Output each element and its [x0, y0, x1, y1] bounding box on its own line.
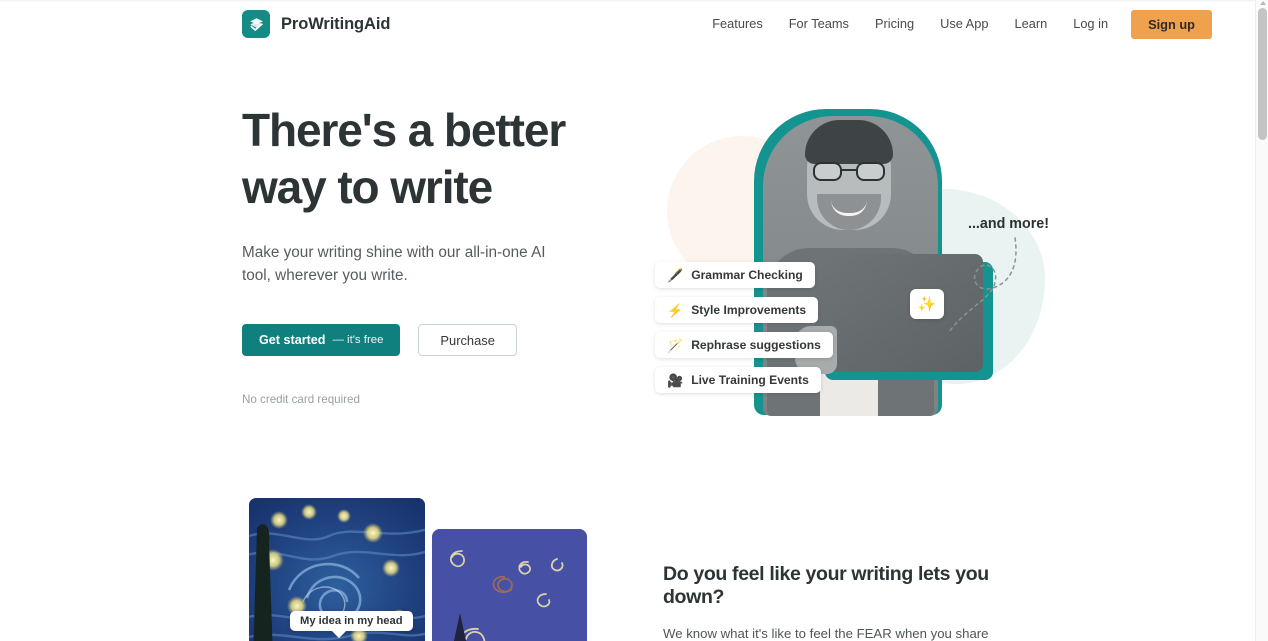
scrollbar-thumb[interactable]: [1258, 8, 1267, 140]
main-navigation: Features For Teams Pricing Use App Learn…: [699, 9, 1212, 39]
feature-chip-label: Rephrase suggestions: [691, 338, 821, 352]
hero-cta-row: Get started — it's free Purchase: [242, 324, 642, 356]
section2-body: We know what it's like to feel the FEAR …: [663, 626, 989, 641]
get-started-label: Get started: [259, 333, 326, 347]
hero-illustration: 🖋️ Grammar Checking ⚡ Style Improvements…: [655, 94, 1055, 439]
nav-item-learn[interactable]: Learn: [1001, 9, 1060, 39]
feature-chip-grammar-checking[interactable]: 🖋️ Grammar Checking: [655, 262, 815, 288]
feather-pen-icon: 🖋️: [667, 267, 684, 283]
blue-doodle-card: [432, 529, 587, 641]
page-scrollbar[interactable]: [1255, 0, 1268, 641]
writing-lets-you-down-section: Do you feel like your writing lets you d…: [0, 479, 1255, 641]
nav-item-log-in[interactable]: Log in: [1060, 9, 1121, 39]
hero-copy: There's a better way to write Make your …: [242, 102, 642, 406]
brand-logo[interactable]: ProWritingAid: [242, 10, 390, 38]
feature-chip-style-improvements[interactable]: ⚡ Style Improvements: [655, 297, 819, 323]
nav-item-for-teams[interactable]: For Teams: [776, 9, 862, 39]
section2-copy: Do you feel like your writing lets you d…: [663, 563, 1013, 641]
dotted-curved-arrow-icon: [948, 237, 1017, 333]
page-root: ProWritingAid Features For Teams Pricing…: [0, 0, 1255, 641]
hero-section: There's a better way to write Make your …: [0, 49, 1255, 479]
feature-chip-rephrase-suggestions[interactable]: 🪄 Rephrase suggestions: [655, 332, 833, 358]
section2-title: Do you feel like your writing lets you d…: [663, 563, 989, 608]
nav-item-pricing[interactable]: Pricing: [862, 9, 927, 39]
scroll-up-arrow-icon[interactable]: [1259, 1, 1266, 5]
nav-item-features[interactable]: Features: [699, 9, 776, 39]
and-more-label: ...and more!: [967, 216, 1049, 232]
sparkles-icon: ✨: [910, 289, 944, 319]
feature-chip-list: 🖋️ Grammar Checking ⚡ Style Improvements…: [655, 262, 855, 393]
brand-name: ProWritingAid: [281, 14, 391, 33]
page-title: There's a better way to write: [242, 102, 642, 216]
headline-line-1: There's a better: [242, 104, 566, 156]
person-hair: [805, 120, 893, 164]
nav-item-use-app[interactable]: Use App: [927, 9, 1001, 39]
feature-chip-live-training-events[interactable]: 🎥 Live Training Events: [655, 367, 821, 393]
site-header: ProWritingAid Features For Teams Pricing…: [0, 0, 1255, 49]
sign-up-button[interactable]: Sign up: [1131, 9, 1212, 39]
hero-subhead: Make your writing shine with our all-in-…: [242, 244, 546, 284]
movie-camera-icon: 🎥: [667, 372, 684, 388]
idea-tooltip: My idea in my head: [290, 611, 413, 631]
get-started-sublabel: — it's free: [332, 334, 384, 346]
get-started-button[interactable]: Get started — it's free: [242, 324, 401, 356]
headline-line-2: way to write: [242, 161, 493, 213]
feature-chip-label: Live Training Events: [691, 373, 809, 387]
feature-chip-label: Grammar Checking: [691, 268, 803, 282]
feature-chip-label: Style Improvements: [691, 303, 807, 317]
lightning-bolt-icon: ⚡: [667, 302, 684, 318]
eyeglasses-icon: [813, 162, 885, 181]
magic-wand-icon: 🪄: [667, 337, 684, 353]
pages-check-icon: [242, 10, 270, 38]
purchase-button[interactable]: Purchase: [418, 324, 517, 356]
no-credit-card-note: No credit card required: [242, 393, 360, 406]
